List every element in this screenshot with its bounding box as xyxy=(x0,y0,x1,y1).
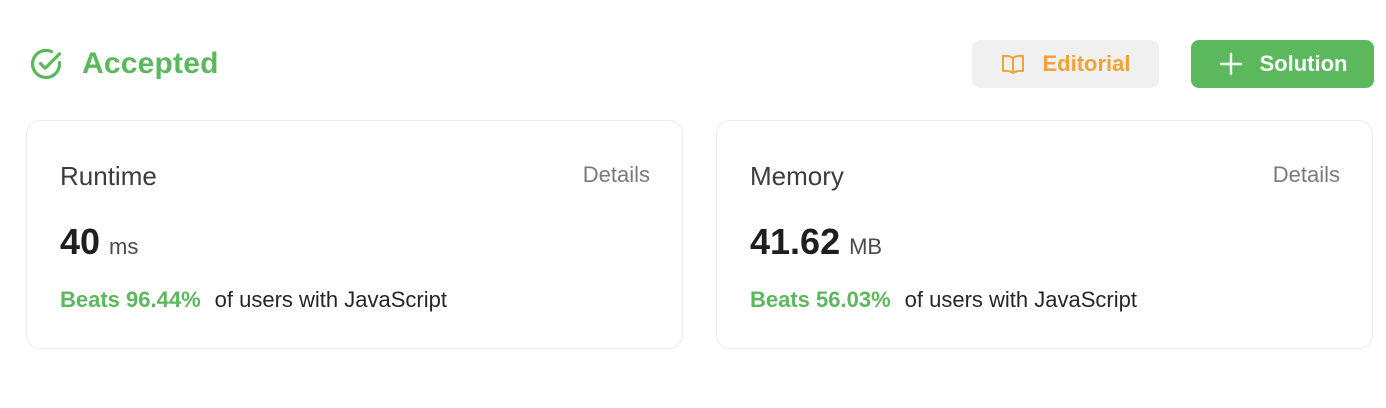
runtime-card: Runtime Details 40 ms Beats 96.44% of us… xyxy=(26,120,683,349)
memory-value: 41.62 MB xyxy=(750,221,882,263)
runtime-number: 40 xyxy=(60,221,101,262)
memory-details-link[interactable]: Details xyxy=(1273,162,1340,188)
runtime-beats-percent: Beats 96.44% xyxy=(60,287,201,312)
memory-beats-percent: Beats 56.03% xyxy=(750,287,891,312)
status-label: Accepted xyxy=(82,47,219,80)
status: Accepted xyxy=(28,40,219,88)
solution-label: Solution xyxy=(1259,51,1348,76)
editorial-button[interactable]: Editorial xyxy=(972,40,1159,88)
solution-button[interactable]: Solution xyxy=(1191,40,1374,88)
memory-beats-suffix: of users with JavaScript xyxy=(904,287,1137,312)
plus-icon xyxy=(1218,51,1244,77)
runtime-details-link[interactable]: Details xyxy=(583,162,650,188)
runtime-unit: ms xyxy=(109,234,139,259)
runtime-beats-suffix: of users with JavaScript xyxy=(214,287,447,312)
runtime-value: 40 ms xyxy=(60,221,138,263)
runtime-beats: Beats 96.44% of users with JavaScript xyxy=(60,287,447,313)
memory-number: 41.62 xyxy=(750,221,841,262)
book-open-icon xyxy=(1000,51,1026,77)
runtime-title: Runtime xyxy=(60,161,157,191)
memory-beats: Beats 56.03% of users with JavaScript xyxy=(750,287,1137,313)
memory-card: Memory Details 41.62 MB Beats 56.03% of … xyxy=(716,120,1373,349)
result-header: Accepted Editorial Solution xyxy=(28,40,1374,88)
check-circle-icon xyxy=(28,46,64,82)
memory-unit: MB xyxy=(849,234,883,259)
submission-result: Accepted Editorial Solution Runtime Deta… xyxy=(0,0,1386,408)
editorial-label: Editorial xyxy=(1042,51,1131,76)
memory-title: Memory xyxy=(750,161,844,191)
